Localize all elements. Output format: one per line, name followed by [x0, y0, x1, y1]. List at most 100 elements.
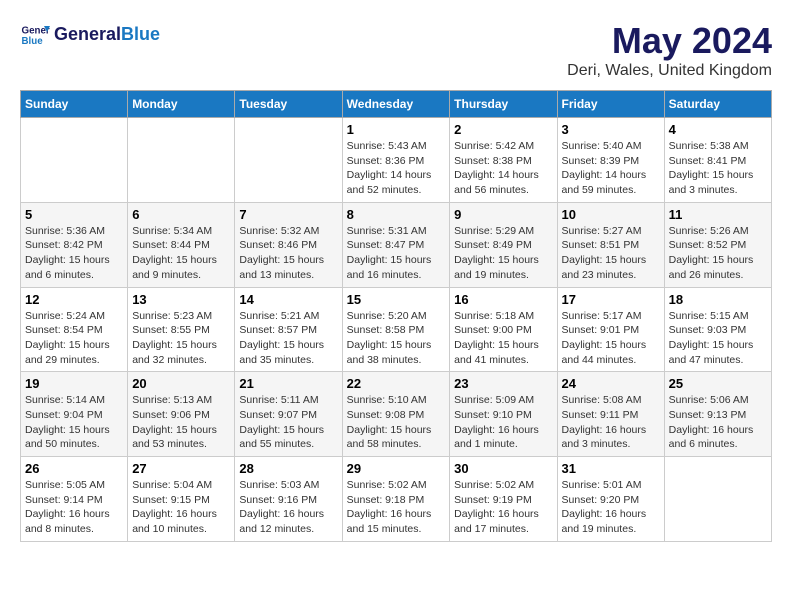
day-info: Sunrise: 5:11 AMSunset: 9:07 PMDaylight:… — [239, 393, 337, 452]
day-number: 29 — [347, 461, 446, 476]
day-cell: 12 Sunrise: 5:24 AMSunset: 8:54 PMDayligh… — [21, 287, 128, 372]
day-number: 27 — [132, 461, 230, 476]
day-info: Sunrise: 5:27 AMSunset: 8:51 PMDaylight:… — [562, 224, 660, 283]
day-info: Sunrise: 5:29 AMSunset: 8:49 PMDaylight:… — [454, 224, 552, 283]
day-cell: 24 Sunrise: 5:08 AMSunset: 9:11 PMDayligh… — [557, 372, 664, 457]
title-block: May 2024 Deri, Wales, United Kingdom — [567, 20, 772, 80]
header-cell-wednesday: Wednesday — [342, 91, 450, 118]
day-info: Sunrise: 5:05 AMSunset: 9:14 PMDaylight:… — [25, 478, 123, 537]
day-info: Sunrise: 5:42 AMSunset: 8:38 PMDaylight:… — [454, 139, 552, 198]
day-info: Sunrise: 5:13 AMSunset: 9:06 PMDaylight:… — [132, 393, 230, 452]
day-cell: 29 Sunrise: 5:02 AMSunset: 9:18 PMDayligh… — [342, 457, 450, 542]
day-number: 5 — [25, 207, 123, 222]
day-info: Sunrise: 5:10 AMSunset: 9:08 PMDaylight:… — [347, 393, 446, 452]
day-cell: 18 Sunrise: 5:15 AMSunset: 9:03 PMDayligh… — [664, 287, 771, 372]
week-row-1: 1 Sunrise: 5:43 AMSunset: 8:36 PMDaylight… — [21, 118, 772, 203]
day-cell: 13Sunrise: 5:23 AMSunset: 8:55 PMDayligh… — [128, 287, 235, 372]
day-number: 17 — [562, 292, 660, 307]
day-number: 4 — [669, 122, 767, 137]
month-title: May 2024 — [567, 20, 772, 62]
week-row-5: 26Sunrise: 5:05 AMSunset: 9:14 PMDayligh… — [21, 457, 772, 542]
day-cell — [128, 118, 235, 203]
day-info: Sunrise: 5:43 AMSunset: 8:36 PMDaylight:… — [347, 139, 446, 198]
day-cell: 17 Sunrise: 5:17 AMSunset: 9:01 PMDayligh… — [557, 287, 664, 372]
day-cell: 31 Sunrise: 5:01 AMSunset: 9:20 PMDayligh… — [557, 457, 664, 542]
day-info: Sunrise: 5:20 AMSunset: 8:58 PMDaylight:… — [347, 309, 446, 368]
day-number: 9 — [454, 207, 552, 222]
day-number: 12 — [25, 292, 123, 307]
day-cell: 9 Sunrise: 5:29 AMSunset: 8:49 PMDaylight… — [450, 202, 557, 287]
day-cell: 5Sunrise: 5:36 AMSunset: 8:42 PMDaylight… — [21, 202, 128, 287]
day-number: 8 — [347, 207, 446, 222]
day-cell: 27 Sunrise: 5:04 AMSunset: 9:15 PMDayligh… — [128, 457, 235, 542]
header-cell-saturday: Saturday — [664, 91, 771, 118]
calendar-body: 1 Sunrise: 5:43 AMSunset: 8:36 PMDaylight… — [21, 118, 772, 542]
day-number: 6 — [132, 207, 230, 222]
day-cell: 20 Sunrise: 5:13 AMSunset: 9:06 PMDayligh… — [128, 372, 235, 457]
day-number: 23 — [454, 376, 552, 391]
day-cell: 14Sunrise: 5:21 AMSunset: 8:57 PMDayligh… — [235, 287, 342, 372]
day-info: Sunrise: 5:26 AMSunset: 8:52 PMDaylight:… — [669, 224, 767, 283]
day-number: 21 — [239, 376, 337, 391]
day-number: 3 — [562, 122, 660, 137]
header-row: SundayMondayTuesdayWednesdayThursdayFrid… — [21, 91, 772, 118]
day-info: Sunrise: 5:06 AMSunset: 9:13 PMDaylight:… — [669, 393, 767, 452]
day-number: 10 — [562, 207, 660, 222]
day-info: Sunrise: 5:14 AMSunset: 9:04 PMDaylight:… — [25, 393, 123, 452]
page-header: General Blue GeneralBlue May 2024 Deri, … — [20, 20, 772, 80]
day-number: 20 — [132, 376, 230, 391]
day-info: Sunrise: 5:03 AMSunset: 9:16 PMDaylight:… — [239, 478, 337, 537]
svg-text:Blue: Blue — [22, 36, 44, 47]
day-info: Sunrise: 5:02 AMSunset: 9:19 PMDaylight:… — [454, 478, 552, 537]
day-cell: 19 Sunrise: 5:14 AMSunset: 9:04 PMDayligh… — [21, 372, 128, 457]
logo: General Blue GeneralBlue — [20, 20, 160, 50]
header-cell-monday: Monday — [128, 91, 235, 118]
day-cell: 6 Sunrise: 5:34 AMSunset: 8:44 PMDaylight… — [128, 202, 235, 287]
day-info: Sunrise: 5:17 AMSunset: 9:01 PMDaylight:… — [562, 309, 660, 368]
day-number: 11 — [669, 207, 767, 222]
day-number: 31 — [562, 461, 660, 476]
day-cell: 30 Sunrise: 5:02 AMSunset: 9:19 PMDayligh… — [450, 457, 557, 542]
day-number: 15 — [347, 292, 446, 307]
day-number: 30 — [454, 461, 552, 476]
day-info: Sunrise: 5:18 AMSunset: 9:00 PMDaylight:… — [454, 309, 552, 368]
day-info: Sunrise: 5:34 AMSunset: 8:44 PMDaylight:… — [132, 224, 230, 283]
day-cell: 28Sunrise: 5:03 AMSunset: 9:16 PMDayligh… — [235, 457, 342, 542]
day-cell: 15 Sunrise: 5:20 AMSunset: 8:58 PMDayligh… — [342, 287, 450, 372]
header-cell-sunday: Sunday — [21, 91, 128, 118]
day-info: Sunrise: 5:40 AMSunset: 8:39 PMDaylight:… — [562, 139, 660, 198]
header-cell-friday: Friday — [557, 91, 664, 118]
day-number: 16 — [454, 292, 552, 307]
day-cell: 2Sunrise: 5:42 AMSunset: 8:38 PMDaylight… — [450, 118, 557, 203]
calendar-table: SundayMondayTuesdayWednesdayThursdayFrid… — [20, 90, 772, 542]
day-number: 19 — [25, 376, 123, 391]
day-info: Sunrise: 5:04 AMSunset: 9:15 PMDaylight:… — [132, 478, 230, 537]
day-cell: 25Sunrise: 5:06 AMSunset: 9:13 PMDayligh… — [664, 372, 771, 457]
day-cell: 8 Sunrise: 5:31 AMSunset: 8:47 PMDaylight… — [342, 202, 450, 287]
day-info: Sunrise: 5:31 AMSunset: 8:47 PMDaylight:… — [347, 224, 446, 283]
day-info: Sunrise: 5:15 AMSunset: 9:03 PMDaylight:… — [669, 309, 767, 368]
day-cell: 26Sunrise: 5:05 AMSunset: 9:14 PMDayligh… — [21, 457, 128, 542]
day-cell: 22Sunrise: 5:10 AMSunset: 9:08 PMDayligh… — [342, 372, 450, 457]
week-row-3: 12 Sunrise: 5:24 AMSunset: 8:54 PMDayligh… — [21, 287, 772, 372]
day-info: Sunrise: 5:08 AMSunset: 9:11 PMDaylight:… — [562, 393, 660, 452]
day-cell: 11 Sunrise: 5:26 AMSunset: 8:52 PMDayligh… — [664, 202, 771, 287]
day-info: Sunrise: 5:32 AMSunset: 8:46 PMDaylight:… — [239, 224, 337, 283]
header-cell-thursday: Thursday — [450, 91, 557, 118]
week-row-4: 19 Sunrise: 5:14 AMSunset: 9:04 PMDayligh… — [21, 372, 772, 457]
day-info: Sunrise: 5:24 AMSunset: 8:54 PMDaylight:… — [25, 309, 123, 368]
day-cell — [664, 457, 771, 542]
day-cell: 3 Sunrise: 5:40 AMSunset: 8:39 PMDaylight… — [557, 118, 664, 203]
day-number: 7 — [239, 207, 337, 222]
day-info: Sunrise: 5:09 AMSunset: 9:10 PMDaylight:… — [454, 393, 552, 452]
day-number: 24 — [562, 376, 660, 391]
day-number: 1 — [347, 122, 446, 137]
week-row-2: 5Sunrise: 5:36 AMSunset: 8:42 PMDaylight… — [21, 202, 772, 287]
calendar-header: SundayMondayTuesdayWednesdayThursdayFrid… — [21, 91, 772, 118]
day-info: Sunrise: 5:01 AMSunset: 9:20 PMDaylight:… — [562, 478, 660, 537]
day-info: Sunrise: 5:02 AMSunset: 9:18 PMDaylight:… — [347, 478, 446, 537]
logo-icon: General Blue — [20, 20, 50, 50]
day-cell: 4Sunrise: 5:38 AMSunset: 8:41 PMDaylight… — [664, 118, 771, 203]
day-number: 18 — [669, 292, 767, 307]
day-number: 13 — [132, 292, 230, 307]
